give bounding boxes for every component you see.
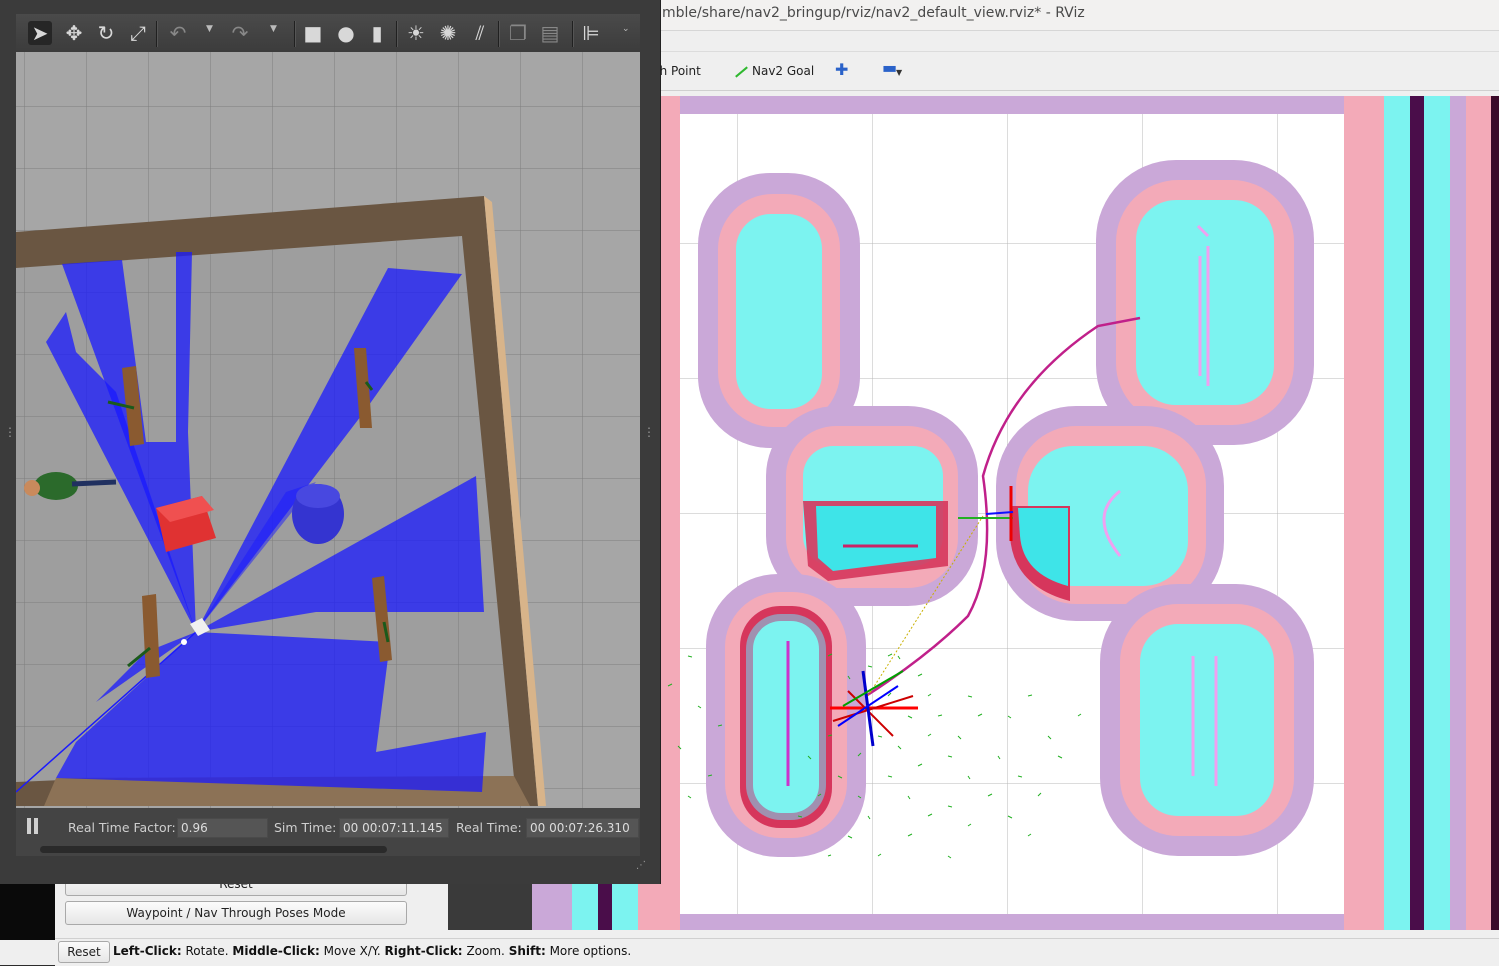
copy-icon[interactable]: ❐ — [506, 21, 530, 45]
hint-left-click: Left-Click: — [113, 944, 182, 958]
gazebo-3d-scene[interactable] — [16, 52, 640, 808]
redo-dropdown-icon[interactable]: ▼ — [270, 24, 277, 34]
pause-icon[interactable] — [26, 818, 40, 834]
dock-handle-left-icon[interactable]: ⋮ — [4, 425, 16, 439]
point-light-icon[interactable]: ✺ — [436, 21, 460, 45]
dropdown-arrow-icon: ▼ — [896, 68, 903, 77]
right-wall-obstacle — [1410, 96, 1424, 930]
plus-icon[interactable]: ✚ — [835, 60, 848, 79]
hint-more: More options. — [549, 944, 632, 958]
real-time-factor-value: 0.96 — [177, 818, 268, 838]
real-time-label: Real Time: — [456, 820, 522, 835]
redo-icon[interactable]: ↷ — [228, 21, 252, 45]
toolbar-overflow-icon[interactable]: ⌄ — [622, 24, 630, 34]
reset-button[interactable]: Reset — [58, 941, 110, 963]
waypoint-mode-button[interactable]: Waypoint / Nav Through Poses Mode — [65, 901, 407, 925]
hint-middle-click: Middle-Click: — [232, 944, 320, 958]
sun-light-icon[interactable]: ☀ — [404, 21, 428, 45]
real-time-factor-label: Real Time Factor: — [68, 820, 176, 835]
rotate-icon[interactable]: ↻ — [94, 21, 118, 45]
translate-icon[interactable]: ✥ — [62, 21, 86, 45]
sphere-icon[interactable]: ● — [334, 21, 358, 45]
select-arrow-icon[interactable]: ➤ — [28, 21, 52, 45]
real-time-value: 00 00:07:26.310 — [526, 818, 639, 838]
box-icon[interactable]: ■ — [301, 21, 325, 45]
blue-cylinder — [292, 484, 344, 544]
gazebo-window: ➤ ✥ ↻ ⤢ ↶ ▼ ↷ ▼ ■ ● ▮ ☀ ✺ ⫽ ❐ ▤ ⊫ ⌄ ⋮ ⋮ … — [0, 0, 661, 884]
paste-icon[interactable]: ▤ — [538, 21, 562, 45]
costmap-obstacle-6 — [1100, 584, 1314, 856]
align-icon[interactable]: ⊫ — [579, 21, 603, 45]
goal-arrow-icon — [734, 65, 748, 79]
status-bar: Reset Left-Click: Rotate. Middle-Click: … — [55, 938, 1499, 966]
directional-light-icon[interactable]: ⫽ — [468, 21, 492, 45]
hint-rotate: Rotate. — [185, 944, 229, 958]
sim-time-label: Sim Time: — [274, 820, 337, 835]
sim-time-value: 00 00:07:11.145 — [339, 818, 449, 838]
cylinder-icon[interactable]: ▮ — [365, 21, 389, 45]
hint-zoom: Zoom. — [466, 944, 505, 958]
status-hint: Left-Click: Rotate. Middle-Click: Move X… — [113, 944, 631, 958]
undo-icon[interactable]: ↶ — [166, 21, 190, 45]
dock-handle-right-icon[interactable]: ⋮ — [643, 425, 655, 439]
scale-icon[interactable]: ⤢ — [126, 21, 150, 45]
minus-icon[interactable]: ▬ ▼ — [882, 58, 902, 77]
costmap-obstacle-2 — [1096, 160, 1314, 445]
costmap-obstacle-5 — [706, 574, 866, 857]
nav2-goal-label: Nav2 Goal — [752, 64, 815, 78]
resize-grip-icon[interactable]: ⋰ — [636, 860, 646, 871]
hint-right-click: Right-Click: — [384, 944, 463, 958]
undo-dropdown-icon[interactable]: ▼ — [206, 24, 213, 34]
hint-move: Move X/Y. — [323, 944, 381, 958]
horizontal-scrollbar[interactable] — [40, 846, 387, 853]
rviz-window-title: mble/share/nav2_bringup/rviz/nav2_defaul… — [662, 5, 1085, 21]
gazebo-time-panel: Real Time Factor: 0.96 Sim Time: 00 00:0… — [16, 808, 640, 856]
hint-shift: Shift: — [508, 944, 546, 958]
nav2-goal-tool[interactable]: Nav2 Goal — [734, 64, 814, 79]
gazebo-toolbar: ➤ ✥ ↻ ⤢ ↶ ▼ ↷ ▼ ■ ● ▮ ☀ ✺ ⫽ ❐ ▤ ⊫ ⌄ — [16, 14, 640, 52]
